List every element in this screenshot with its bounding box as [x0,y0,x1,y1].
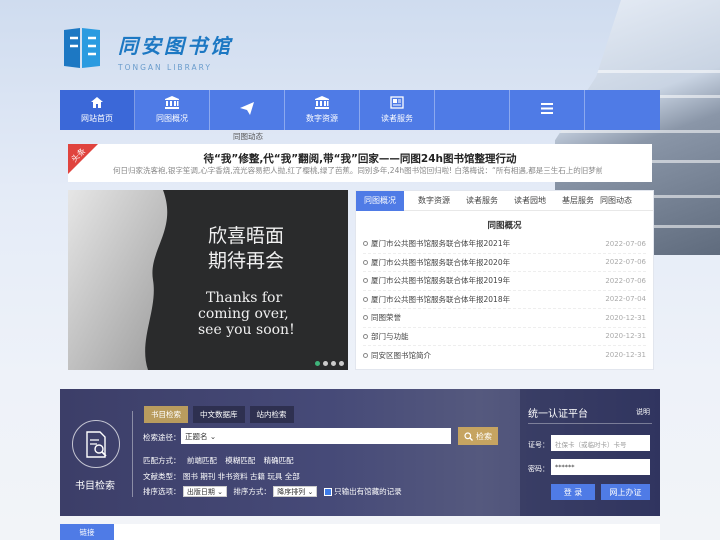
nav-item-menu[interactable] [510,90,585,130]
nav-label: 数字资源 [306,114,338,123]
tab-site-search[interactable]: 站内检索 [249,406,294,423]
sort-select[interactable]: 出版日期 ⌄ [182,486,227,497]
search-button[interactable]: 检索 [458,427,498,445]
paper-plane-icon [240,101,254,115]
slider-dot[interactable] [339,361,344,366]
list-item[interactable]: 厦门市公共图书馆服务联合体年报2018年 2022-07-04 [363,291,646,309]
sort-row: 排序选项： 出版日期 ⌄ 排序方式： 降序排列 ⌄ 只输出有馆藏的记录 [143,486,402,497]
nav-item-service[interactable]: 读者服务 [360,90,435,130]
auth-panel: 统一认证平台 说明 证号： 社保卡（或临时卡）卡号 密码： ****** 登 录… [520,389,660,516]
catalog-search-emblem [72,420,120,468]
list-item[interactable]: 部门与功能 2020-12-31 [363,328,646,346]
search-icon [464,431,473,441]
sort-way-label: 排序方式： [233,487,271,496]
logo-cn-text: 同安图书馆 [118,34,233,58]
slide-en3: see you soon! [198,322,295,338]
match-label: 匹配方式： [143,456,181,465]
tab-catalog[interactable]: 书目检索 [144,406,188,423]
match-row: 匹配方式： 前端匹配 模糊匹配 精确匹配 [143,455,294,466]
search-section: 书目检索 书目检索 中文数据库 站内检索 检索途径： 正题名 检索 匹配方式： … [60,389,660,516]
slide-en2: coming over, [198,306,289,322]
tab-grassroots[interactable]: 基层服务 [554,191,597,211]
headline-banner[interactable]: 头条 待“我”修整,代“我”翻阅,带“我”回家——同图24h图书馆整理行动 何日… [68,144,652,182]
search-tabs: 书目检索 中文数据库 站内检索 [144,406,294,423]
site-logo[interactable]: 同安图书馆 TONGAN LIBRARY [60,24,250,76]
auth-help-link[interactable]: 说明 [636,407,650,417]
tab-overview[interactable]: 同图概况 [356,190,404,211]
search-path-label: 检索途径： [143,433,181,442]
list-item[interactable]: 同图荣誉 2020-12-31 [363,309,646,328]
slide-en1: Thanks for [206,290,282,306]
links-section: 链接 [60,524,660,540]
tab-garden[interactable]: 读者园地 [506,191,554,211]
online-card-button[interactable]: 网上办证 [601,484,650,500]
home-icon [91,97,103,108]
search-path-select[interactable]: 正题名 [185,431,216,442]
divider [528,423,652,424]
news-panel: 同图概况 数字资源 读者服务 读者园地 基层服务 同图动态 同图概况 厦门市公共… [355,190,654,370]
list-item[interactable]: 厦门市公共图书馆服务联合体年报2021年 2022-07-06 [363,235,646,254]
document-search-icon [86,431,107,458]
tab-service[interactable]: 读者服务 [458,191,506,211]
catalog-search-label: 书目检索 [75,481,115,492]
doctype-row: 文献类型： 图书 期刊 非书资料 古籍 玩具 全部 [143,471,300,482]
holdings-label: 只输出有馆藏的记录 [334,487,402,496]
card-number-label: 证号： [528,441,549,449]
bank-icon [165,96,179,109]
subnav-news[interactable]: 同图动态 [233,131,263,142]
login-button[interactable]: 登 录 [551,484,595,500]
match-exact[interactable]: 精确匹配 [264,456,294,465]
news-section-title: 同图概况 [487,221,522,231]
password-input[interactable]: ****** [551,459,650,475]
nav-item-overview[interactable]: 同图概况 [135,90,210,130]
slide-image: 欣喜晤面 期待再会 Thanks for coming over, see yo… [68,190,295,370]
headline-desc: 何日归家洗客袍,银字笙调,心字香烧,流光容易把人抛,红了樱桃,绿了芭蕉。同别多年… [113,166,602,175]
nav-item-digital[interactable]: 数字资源 [285,90,360,130]
holdings-checkbox[interactable] [323,488,332,496]
nav-item-6[interactable] [435,90,510,130]
slider-dot[interactable] [315,361,320,366]
library-logo-icon [64,28,100,68]
news-tabs: 同图概况 数字资源 读者服务 读者园地 基层服务 同图动态 [356,190,653,211]
nav-label: 同图概况 [156,114,188,123]
auth-title: 统一认证平台 [528,409,588,420]
main-nav: 网站首页 同图概况 数字资源 读者服务 [60,90,660,130]
menu-icon [541,102,553,114]
doctype-label: 文献类型： [143,472,181,481]
slide-line2: 期待再会 [208,250,284,272]
newspaper-icon [390,96,404,109]
doctype-options[interactable]: 图书 期刊 非书资料 古籍 玩具 全部 [183,472,300,481]
slider-dots [315,361,344,366]
match-fuzzy[interactable]: 模糊匹配 [225,456,255,465]
list-item[interactable]: 厦门市公共图书馆服务联合体年报2019年 2022-07-06 [363,272,646,291]
nav-label: 读者服务 [381,114,413,123]
card-number-input[interactable]: 社保卡（或临时卡）卡号 [551,435,650,451]
sort-label: 排序选项： [143,487,181,496]
slide-line1: 欣喜晤面 [208,225,284,247]
nav-item-home[interactable]: 网站首页 [60,90,135,130]
image-slider[interactable]: 欣喜晤面 期待再会 Thanks for coming over, see yo… [68,190,348,370]
slider-dot[interactable] [331,361,336,366]
list-item[interactable]: 同安区图书馆简介 2020-12-31 [363,346,646,365]
tab-cn-database[interactable]: 中文数据库 [193,406,245,423]
divider [132,411,133,497]
list-item[interactable]: 厦门市公共图书馆服务联合体年报2020年 2022-07-06 [363,254,646,272]
match-front[interactable]: 前端匹配 [187,456,217,465]
links-title: 链接 [60,524,114,540]
nav-label: 网站首页 [81,114,113,123]
search-input[interactable]: 正题名 [181,428,451,444]
nav-item-news[interactable] [210,90,285,130]
slider-dot[interactable] [323,361,328,366]
nav-item-8[interactable] [585,90,660,130]
sort-way-select[interactable]: 降序排列 ⌄ [273,486,318,497]
headline-title[interactable]: 待“我”修整,代“我”翻阅,带“我”回家——同图24h图书馆整理行动 [68,151,652,166]
logo-en-text: TONGAN LIBRARY [118,63,212,72]
tab-news[interactable]: 同图动态 [597,191,640,211]
tab-digital[interactable]: 数字资源 [410,191,458,211]
password-label: 密码： [528,465,549,473]
bank-icon [315,96,329,109]
